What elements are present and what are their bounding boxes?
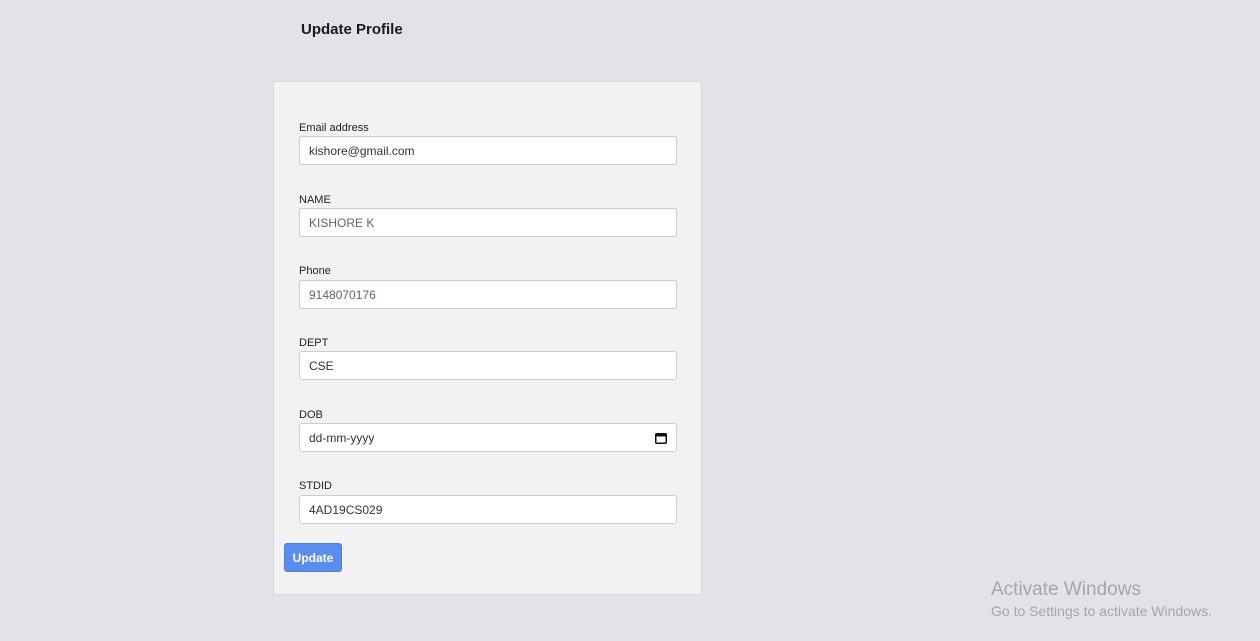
- update-button[interactable]: Update: [284, 543, 342, 572]
- email-field[interactable]: [299, 136, 677, 165]
- stdid-field[interactable]: [299, 495, 677, 524]
- dob-field[interactable]: dd-mm-yyyy: [299, 423, 677, 452]
- dept-field[interactable]: [299, 351, 677, 380]
- calendar-icon[interactable]: [655, 432, 667, 444]
- watermark-title: Activate Windows: [991, 579, 1141, 600]
- activate-windows-watermark: Activate Windows Go to Settings to activ…: [991, 579, 1212, 620]
- watermark-subtitle: Go to Settings to activate Windows.: [991, 603, 1212, 619]
- dob-label: DOB: [299, 409, 323, 421]
- name-field[interactable]: [299, 208, 677, 237]
- email-label: Email address: [299, 122, 369, 134]
- dept-label: DEPT: [299, 337, 329, 349]
- dob-placeholder: dd-mm-yyyy: [309, 430, 375, 445]
- phone-field[interactable]: [299, 280, 677, 309]
- stdid-label: STDID: [299, 480, 332, 492]
- page: Update Profile Email address NAME Phone …: [0, 0, 1260, 641]
- phone-label: Phone: [299, 265, 331, 277]
- page-title: Update Profile: [301, 21, 403, 38]
- name-label: NAME: [299, 194, 331, 206]
- profile-form-card: Email address NAME Phone DEPT DOB dd-mm-…: [273, 81, 702, 595]
